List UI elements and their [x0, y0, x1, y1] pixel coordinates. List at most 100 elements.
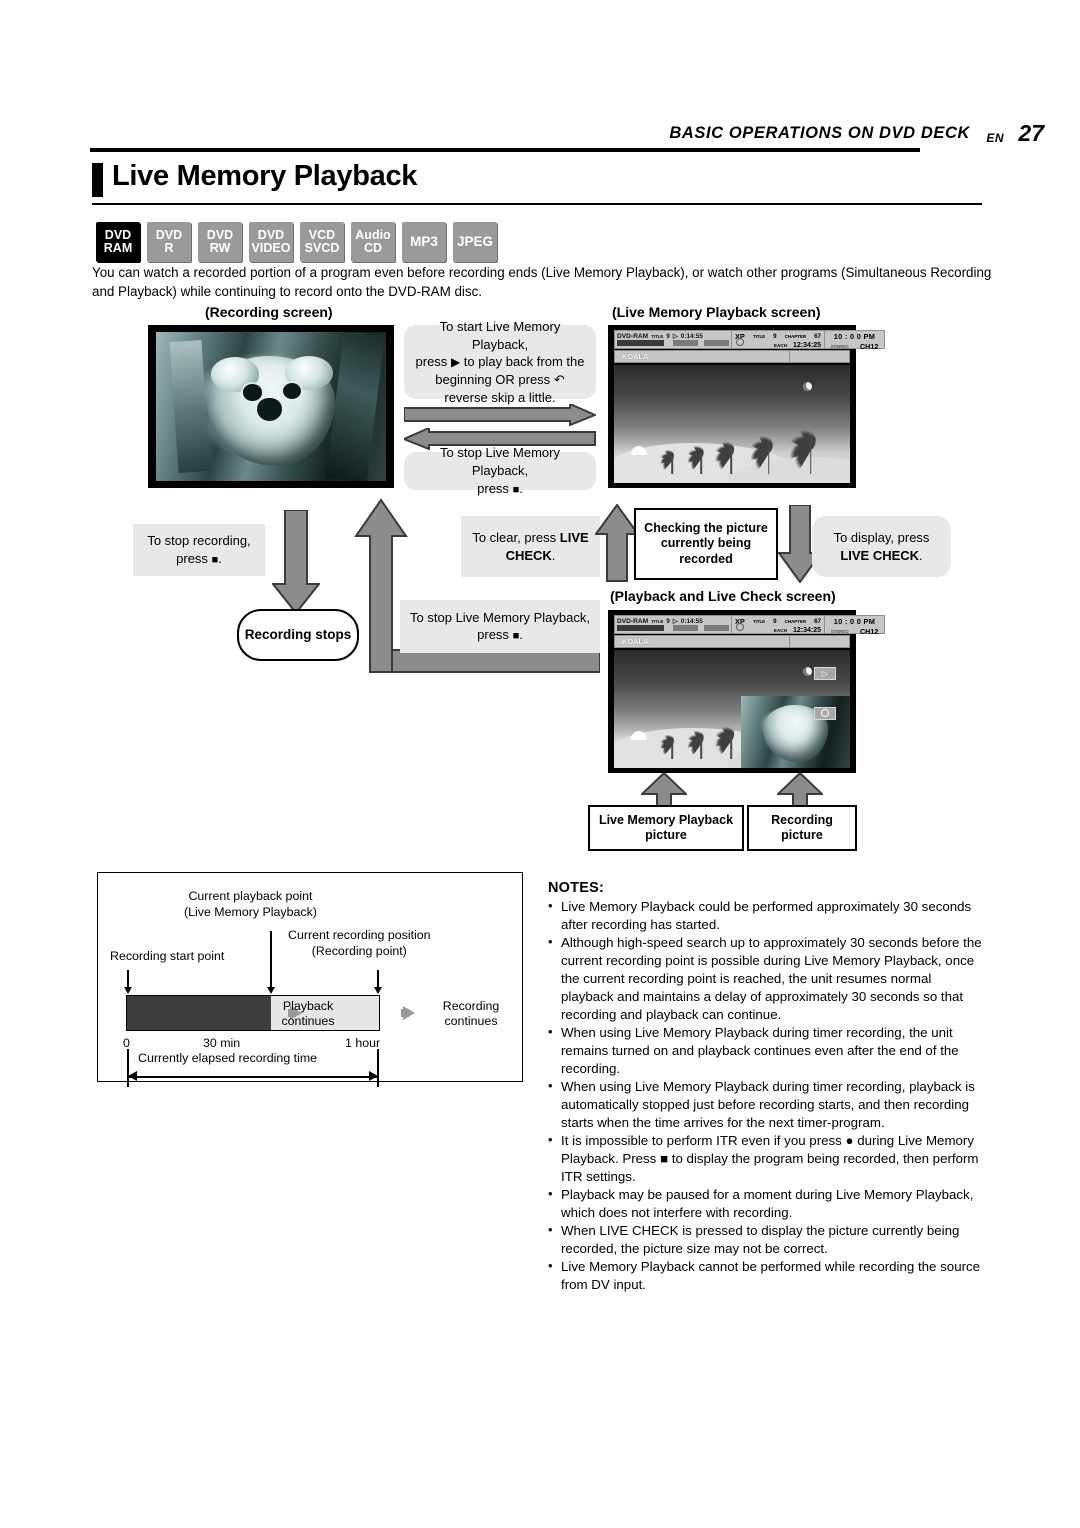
- osd-chapter-number: 67: [814, 618, 821, 625]
- box-recording-picture: Recording picture: [747, 805, 857, 851]
- badge-line2: R: [164, 241, 174, 255]
- osd-record-info: XP TITLE 9 CHAPTER 67 EACH 12:34:25: [732, 330, 825, 349]
- timeline-cpp-line1: Current playback point: [188, 889, 313, 903]
- timeline-rc-line1: Recording: [442, 999, 500, 1013]
- osd-program-name: KOALA: [614, 635, 790, 648]
- note-item: Live Memory Playback cannot be performed…: [548, 1257, 986, 1294]
- box-live-memory-playback-picture: Live Memory Playback picture: [588, 805, 744, 851]
- timeline-label-recording-start-point: Recording start point: [110, 949, 225, 963]
- palm-tree: [712, 721, 742, 759]
- osd-elapsed-time: 0:14:55: [680, 617, 703, 625]
- recording-continues-arrow-icon: [401, 1006, 415, 1020]
- osd-chapter-number: 67: [814, 333, 821, 340]
- osd-disc-type: DVD-RAM: [617, 332, 649, 340]
- note-item: Playback may be paused for a moment duri…: [548, 1185, 986, 1222]
- palm-tree: [658, 445, 681, 474]
- timeline-tick-recording: [377, 970, 379, 988]
- manual-page: BASIC OPERATIONS ON DVD DECK EN 27 Live …: [0, 0, 1080, 1528]
- osd-clock-channel: 10 : 0 0 PM STEREO CH12: [824, 330, 885, 351]
- supported-media-badges: DVD RAM DVD R DVD RW DVD VIDEO VCD SVCD …: [96, 222, 497, 262]
- osd-status-bar: DVD-RAM TITLE 9 ▷ 0:14:55 XP TITLE 9 CHA…: [614, 330, 885, 363]
- moon-icon: [803, 381, 813, 391]
- callout-text-line2: press: [415, 354, 448, 370]
- badge-line2: VIDEO: [251, 241, 291, 255]
- record-status-icon: [813, 706, 836, 720]
- palm-tree: [712, 436, 742, 474]
- notes-title: NOTES:: [548, 880, 604, 896]
- badge-line1: MP3: [410, 234, 438, 250]
- running-header-language: EN: [986, 131, 1004, 145]
- osd-disc-info: DVD-RAM TITLE 9 ▷ 0:14:55: [614, 330, 732, 349]
- timeline-pb-line2: continues: [281, 1013, 335, 1028]
- osd-status-bar: DVD-RAM TITLE 9 ▷ 0:14:55 XP TITLE 9 CHA…: [614, 615, 885, 648]
- box-recording-picture-label: Recording picture: [771, 812, 833, 842]
- osd-clock-channel: 10 : 0 0 PM STEREO CH12: [824, 615, 885, 636]
- osd-clock: 10 : 0 0 PM: [833, 332, 876, 341]
- note-item: When using Live Memory Playback during t…: [548, 1077, 986, 1132]
- notes-list: Live Memory Playback could be performed …: [548, 897, 986, 1294]
- running-header-section: BASIC OPERATIONS ON DVD DECK: [669, 124, 970, 142]
- callout-text-line3: to play back from the: [463, 354, 585, 370]
- sun-icon: [630, 730, 647, 740]
- caption-recording-screen: (Recording screen): [205, 304, 333, 320]
- live-memory-playback-screen-thumbnail: DVD-RAM TITLE 9 ▷ 0:14:55 XP TITLE 9 CHA…: [608, 325, 885, 488]
- callout-text-line1: To stop Live Memory Playback,: [440, 445, 560, 479]
- callout-text-line5: reverse skip a little.: [444, 389, 556, 405]
- timeline-axis-0: 0: [123, 1036, 130, 1050]
- osd-title-label: TITLE: [651, 333, 664, 339]
- media-badge-dvd-video: DVD VIDEO: [249, 222, 293, 262]
- callout-text-line2: press: [477, 627, 509, 643]
- palm-tree: [785, 423, 826, 474]
- play-icon: ▶: [450, 355, 461, 370]
- callout-text-line2: press: [477, 480, 509, 496]
- page-number: 27: [1018, 120, 1044, 146]
- note-item: Although high-speed search up to approxi…: [548, 933, 986, 1024]
- badge-line2: SVCD: [304, 241, 340, 255]
- header-rule: [90, 148, 920, 152]
- badge-line2: RAM: [103, 241, 133, 255]
- osd-blank-cell: [790, 635, 850, 648]
- callout-text-line2: press: [176, 550, 208, 566]
- caption-playback-and-live-check-screen: (Playback and Live Check screen): [610, 588, 836, 604]
- arrow-down-recording-stops: [272, 510, 320, 614]
- timeline-tick-playback: [270, 931, 272, 988]
- intro-paragraph: You can watch a recorded portion of a pr…: [92, 265, 992, 300]
- arrow-right-start-playback: [404, 404, 596, 426]
- notes-section: NOTES: Live Memory Playback could be per…: [548, 880, 986, 1294]
- stop-icon: ■: [512, 483, 520, 496]
- callout-stop-recording: To stop recording, press ■.: [133, 524, 265, 576]
- playback-live-check-screen-thumbnail: DVD-RAM TITLE 9 ▷ 0:14:55 XP TITLE 9 CHA…: [608, 610, 885, 773]
- koala-photo: [156, 332, 386, 481]
- timeline-pb-line1: Playback: [282, 999, 334, 1013]
- box-checking-picture-label: Checking the picture currently being rec…: [644, 521, 768, 566]
- callout-stop-live-memory-playback-upper: To stop Live Memory Playback, press ■.: [404, 445, 596, 496]
- palm-tree: [746, 430, 782, 474]
- arrow-left-stop-playback: [404, 428, 596, 450]
- callout-display-live-check: To display, press LIVE CHECK.: [812, 516, 951, 577]
- heading-rule: [92, 203, 982, 205]
- media-badge-audio-cd: Audio CD: [351, 222, 395, 262]
- osd-channel: CH12: [859, 627, 879, 636]
- osd-disc-info: DVD-RAM TITLE 9 ▷ 0:14:55: [614, 615, 732, 634]
- timeline-axis-1hour: 1 hour: [345, 1036, 381, 1050]
- beach-scene-video: [614, 365, 850, 483]
- osd-title-number: 9: [666, 332, 670, 340]
- timeline-dim-cap-right: [377, 1049, 379, 1087]
- palm-tree: [685, 726, 711, 759]
- koala-eye-right: [282, 382, 301, 400]
- osd-mid-title-label: TITLE: [752, 619, 766, 624]
- koala-eye-left: [243, 384, 262, 401]
- timeline-label-recording-continues: Recording continues: [416, 999, 526, 1029]
- osd-program-name-text: KOALA: [622, 352, 649, 361]
- node-recording-stops: Recording stops: [237, 609, 359, 661]
- stop-icon: ■: [512, 630, 520, 643]
- timeline-label-current-recording-position: Current recording position (Recording po…: [288, 928, 431, 959]
- osd-each-label: EACH: [773, 628, 787, 633]
- callout-text-line1: To clear, press: [472, 529, 557, 545]
- timeline-dim-arrow-left: [128, 1071, 137, 1081]
- timeline-cpp-line2: (Live Memory Playback): [184, 904, 317, 919]
- osd-clock: 10 : 0 0 PM: [833, 617, 876, 626]
- timeline-label-elapsed: Currently elapsed recording time: [138, 1051, 318, 1065]
- osd-progress-bar: [617, 625, 729, 631]
- timeline-rc-line2: continues: [444, 1013, 498, 1028]
